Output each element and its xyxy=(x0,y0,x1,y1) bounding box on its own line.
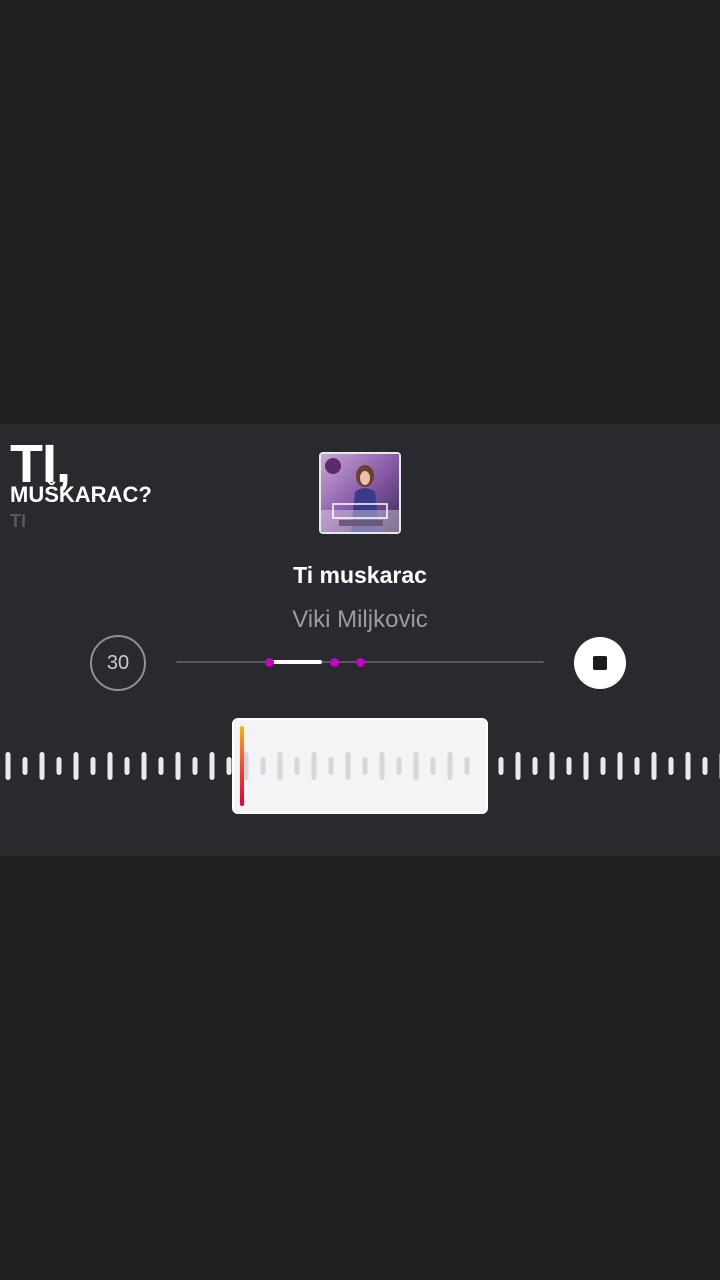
selected-waveform xyxy=(243,752,470,780)
waveform-bar xyxy=(277,752,283,780)
lyrics-preview: TI, MUŠKARAC? TI xyxy=(10,434,152,532)
lyric-line-1: TI, xyxy=(10,434,71,494)
album-cover-art xyxy=(321,454,399,532)
track-title: Ti muskarac xyxy=(293,562,427,588)
screen: TI, MUŠKARAC? TI Ti muskarac Viki Miljko… xyxy=(0,0,720,1280)
waveform-bar xyxy=(345,752,351,780)
waveform-bar xyxy=(243,752,249,780)
waveform-bar xyxy=(430,757,436,775)
stop-icon xyxy=(593,656,607,670)
clip-duration-button[interactable]: 30 xyxy=(90,635,146,691)
waveform-bar xyxy=(464,757,470,775)
waveform-bar xyxy=(311,752,317,780)
track-artist: Viki Miljkovic xyxy=(292,606,428,633)
waveform-bar xyxy=(396,757,402,775)
waveform-bar xyxy=(294,757,300,775)
lyric-line-3: TI xyxy=(10,511,26,531)
waveform-bar xyxy=(260,757,266,775)
lyric-marker[interactable] xyxy=(265,658,274,667)
waveform-bar xyxy=(447,752,453,780)
lyric-marker[interactable] xyxy=(330,658,339,667)
waveform-bar xyxy=(328,757,334,775)
waveform-bar xyxy=(362,757,368,775)
album-cover[interactable] xyxy=(319,452,401,534)
waveform-bar xyxy=(379,752,385,780)
song-progress-fill xyxy=(272,660,322,664)
lyric-line-2: MUŠKARAC? xyxy=(10,482,152,507)
lyric-marker[interactable] xyxy=(356,658,365,667)
playhead[interactable] xyxy=(240,726,244,806)
stop-button[interactable] xyxy=(574,637,626,689)
waveform-bar xyxy=(413,752,419,780)
